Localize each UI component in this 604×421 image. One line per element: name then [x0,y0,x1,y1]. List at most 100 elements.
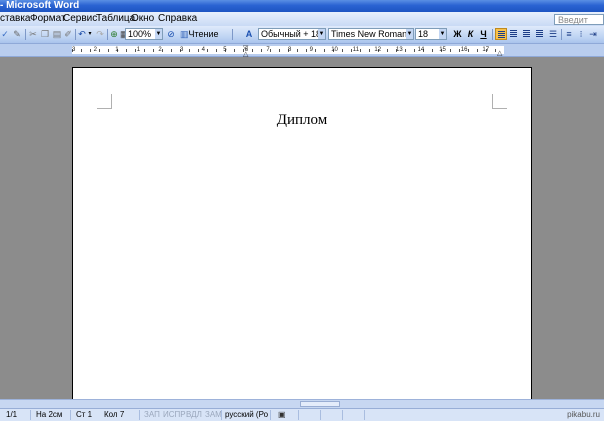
chevron-down-icon: ▼ [318,29,325,39]
font-select[interactable]: Times New Roman ▼ [328,28,414,40]
ruler-label: 13 [396,47,403,53]
status-separator [30,410,31,420]
document-text[interactable]: Диплом [73,112,531,129]
toolbar-separator [107,29,108,40]
ruler-label: 15 [439,47,446,53]
scrollbar-thumb[interactable] [300,401,340,407]
align-center-button[interactable] [508,28,520,40]
overtype-indicator[interactable]: ЗАМ [205,409,222,421]
ruler-label: 4 [201,47,205,53]
zoom-select[interactable]: 100% ▼ [125,28,163,40]
italic-button[interactable]: К [465,28,476,41]
right-indent-marker[interactable]: △ [497,49,502,57]
copy-icon[interactable]: ❐ [40,28,50,41]
ruler-label: 8 [288,47,292,53]
window-title: - Microsoft Word [0,0,80,11]
line-spacing-icon[interactable]: ☰ [548,28,558,41]
ask-question-input[interactable]: Введит [554,14,604,25]
menu-format[interactable]: Формат [30,12,66,26]
horizontal-scrollbar[interactable] [0,399,604,408]
justify-button[interactable] [534,28,546,40]
toolbar: ✓ ✎ ✂ ❐ ▤ ✐ ↶ ▾ ↷ ⊕ ▦ 100% ▼ ⊘ ▥Чтение A… [0,26,604,44]
margin-corner-mark [97,94,112,109]
redo-icon[interactable]: ↷ [95,28,105,41]
extend-selection-indicator[interactable]: ВДЛ [186,409,202,421]
menu-help[interactable]: Справка [158,12,197,26]
watermark: pikabu.ru [567,410,600,419]
ruler-label: 14 [417,47,425,53]
cut-icon[interactable]: ✂ [28,28,38,41]
bold-button[interactable]: Ж [452,28,463,41]
menu-window[interactable]: Окно [131,12,154,26]
reading-mode-label: Чтение [188,29,219,39]
page-count: 1/1 [6,410,18,419]
reading-mode-button[interactable]: ▥Чтение [180,28,226,41]
ruler-label: 17 [482,47,490,53]
spelling-icon[interactable]: ✓ [0,28,10,41]
numbering-icon[interactable]: ≡ [564,28,574,41]
chevron-down-icon: ▼ [406,29,413,39]
toolbar-separator [25,29,26,40]
ruler-label: 2 [158,47,162,53]
toolbar-separator [561,29,562,40]
font-size-value: 18 [418,29,429,39]
undo-dropdown-icon[interactable]: ▾ [87,28,93,41]
status-separator [270,410,271,420]
chevron-down-icon: ▼ [155,29,162,39]
book-icon: ▥ [180,29,189,39]
status-separator [139,410,140,420]
language-indicator[interactable]: русский (Ро [225,409,268,421]
menu-table[interactable]: Таблица [96,12,135,26]
status-separator [364,410,365,420]
indent-icon[interactable]: ⇥ [588,28,598,41]
ruler-label: 3 [72,47,76,53]
align-right-button[interactable] [521,28,533,40]
margin-corner-mark [492,94,507,109]
ruler-label: 10 [331,47,338,53]
status-separator [298,410,299,420]
ruler-label: 12 [374,47,382,53]
line-indicator: Ст 1 [76,410,93,419]
styles-pane-icon[interactable]: A [244,28,254,41]
font-value: Times New Roman [331,29,408,39]
chevron-down-icon: ▼ [439,29,446,39]
ruler-label: 16 [460,47,468,53]
status-separator [342,410,343,420]
record-macro-indicator[interactable]: ЗАП [144,409,160,421]
document-page[interactable]: Диплом [72,67,532,407]
undo-icon[interactable]: ↶ [77,28,87,41]
bullets-icon[interactable]: ⁝ [576,28,586,41]
ruler-label: 1 [115,47,119,53]
spelling-status-icon[interactable]: ▣ [278,409,286,421]
menu-bar: ставка Формат Сервис Таблица Окно Справк… [0,12,604,26]
ruler: 3 2 1 1 2 3 4 5 6 7 8 9 10 11 12 13 14 15 16 17 ▽ △ △ [0,44,604,58]
ruler-label: 1 [136,47,141,53]
research-icon[interactable]: ✎ [12,28,22,41]
menu-tools[interactable]: Сервис [63,12,97,26]
toolbar-separator [232,29,233,40]
style-select[interactable]: Обычный + 18 пт, ▼ [258,28,326,40]
paste-icon[interactable]: ▤ [52,28,62,41]
position-indicator: На 2см [36,410,63,419]
ruler-label: 3 [180,47,184,53]
align-center-icon [510,30,517,37]
toolbar-separator [492,29,493,40]
underline-button[interactable]: Ч [478,28,489,41]
align-left-icon [498,31,505,38]
track-changes-indicator[interactable]: ИСПР [163,409,186,421]
status-separator [70,410,71,420]
font-size-select[interactable]: 18 ▼ [415,28,447,40]
ruler-label: 9 [309,47,313,53]
ruler-label: 11 [352,47,360,53]
status-separator [221,410,222,420]
align-left-button[interactable] [495,28,507,40]
status-separator [320,410,321,420]
format-painter-icon[interactable]: ✐ [63,28,73,41]
hyperlink-icon[interactable]: ⊕ [109,28,119,41]
help-icon[interactable]: ⊘ [166,28,176,41]
menu-insert[interactable]: ставка [0,12,31,26]
column-indicator: Кол 7 [104,410,125,419]
ruler-label: 2 [93,47,97,53]
document-workspace: Диплом [0,57,604,407]
justify-icon [536,30,543,37]
